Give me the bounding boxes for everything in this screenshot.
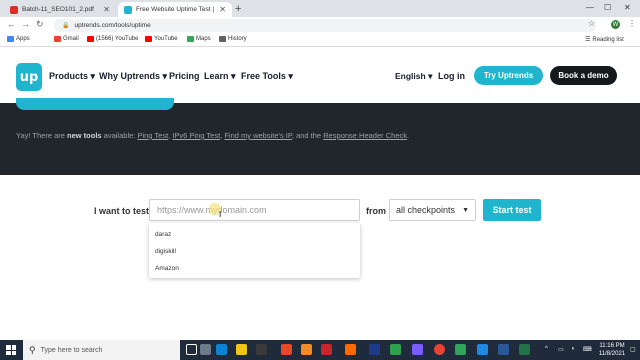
excel-icon[interactable] <box>519 344 530 355</box>
autocomplete-option[interactable]: Amazon <box>155 265 179 272</box>
text-cursor-icon: I <box>219 210 222 219</box>
url-text: uptrends.com/tools/uptime <box>74 22 151 29</box>
ipv6-ping-test-link[interactable]: IPv6 Ping Test <box>172 131 220 140</box>
chevron-down-icon: ▾ <box>288 71 293 81</box>
chevron-down-icon: ▾ <box>90 71 96 81</box>
bookmark-apps[interactable]: Apps <box>7 36 30 42</box>
url-input[interactable] <box>149 199 360 221</box>
uptrends-favicon-icon <box>124 5 132 14</box>
nav-learn[interactable]: Learn ▾ <box>204 71 236 82</box>
search-icon: ⚲ <box>29 344 36 355</box>
apps-grid-icon <box>7 36 14 42</box>
maximize-icon[interactable]: ☐ <box>604 3 611 12</box>
keyboard-icon[interactable]: ⌨ <box>583 346 592 353</box>
illustrator-icon[interactable] <box>345 344 356 355</box>
chrome-icon[interactable] <box>434 344 445 355</box>
app-icon[interactable] <box>477 344 488 355</box>
app-icon[interactable] <box>321 344 332 355</box>
gmail-icon <box>54 36 61 42</box>
store-icon[interactable] <box>256 344 267 355</box>
response-header-check-link[interactable]: Response Header Check <box>323 131 407 140</box>
close-tab-icon[interactable]: ✕ <box>103 5 110 14</box>
close-tab-icon[interactable]: ✕ <box>219 5 226 14</box>
chevron-down-icon: ▾ <box>428 71 433 81</box>
new-tab-icon[interactable]: + <box>235 3 241 15</box>
start-test-button[interactable]: Start test <box>483 199 541 221</box>
profile-avatar[interactable]: W <box>611 20 620 29</box>
autocomplete-option[interactable]: digiskill <box>155 248 176 255</box>
url-bar[interactable]: 🔒 uptrends.com/tools/uptime <box>54 19 596 32</box>
bookmark-youtube[interactable]: YouTube <box>145 36 178 42</box>
try-uptrends-button[interactable]: Try Uptrends <box>474 66 543 85</box>
pdf-favicon-icon <box>10 5 18 14</box>
browser-tab-uptrends[interactable]: Free Website Uptime Test | Uptr ✕ <box>118 2 232 17</box>
back-icon[interactable]: ← <box>7 19 16 29</box>
autocomplete-dropdown <box>149 223 360 278</box>
uptrends-logo[interactable]: up <box>16 63 42 91</box>
close-window-icon[interactable]: ✕ <box>624 3 631 12</box>
app-icon[interactable] <box>412 344 423 355</box>
app-icon[interactable] <box>390 344 401 355</box>
taskbar-clock[interactable]: 11:16 PM 11/8/2021 <box>596 342 628 358</box>
nav-pricing[interactable]: Pricing <box>169 71 200 81</box>
bookmark-maps[interactable]: Maps <box>187 36 211 42</box>
nav-why-uptrends[interactable]: Why Uptrends ▾ <box>99 71 167 82</box>
app-icon[interactable] <box>455 344 466 355</box>
ping-test-link[interactable]: Ping Test <box>137 131 168 140</box>
notifications-icon[interactable]: ▢ <box>630 346 636 353</box>
photoshop-icon[interactable] <box>369 344 380 355</box>
from-label: from <box>366 206 386 216</box>
reading-list[interactable]: ☰ Reading list <box>585 36 624 44</box>
book-demo-button[interactable]: Book a demo <box>550 66 617 85</box>
network-icon[interactable]: ▭ <box>558 346 564 353</box>
task-view-icon[interactable] <box>200 344 211 355</box>
forward-icon[interactable]: → <box>21 19 30 29</box>
tab-title: Batch-11_SEO101_2.pdf <box>22 6 94 13</box>
lock-icon: 🔒 <box>62 23 70 29</box>
tray-up-icon[interactable]: ^ <box>545 346 548 352</box>
bookmark-history[interactable]: History <box>219 36 247 42</box>
test-label: I want to test <box>94 206 150 216</box>
bookmark-gmail[interactable]: Gmail <box>54 36 79 42</box>
nav-free-tools[interactable]: Free Tools ▾ <box>241 71 293 82</box>
site-header <box>0 48 640 103</box>
find-website-ip-link[interactable]: Find my website's IP <box>224 131 292 140</box>
chevron-down-icon: ▼ <box>462 206 469 214</box>
maps-icon <box>187 36 194 42</box>
chevron-down-icon: ▾ <box>231 71 236 81</box>
autocomplete-option[interactable]: daraz <box>155 231 171 238</box>
bookmark-youtube-1566[interactable]: (1566) YouTube <box>87 36 138 42</box>
promo-text: Yay! There are new tools available: Ping… <box>16 131 410 140</box>
chevron-down-icon: ▾ <box>162 71 168 81</box>
volume-icon[interactable]: ◖ <box>571 346 575 352</box>
youtube-icon <box>87 36 94 42</box>
history-icon <box>219 36 226 42</box>
app-icon[interactable] <box>281 344 292 355</box>
reading-list-icon: ☰ <box>585 37 591 43</box>
teal-button-edge[interactable] <box>16 98 174 110</box>
tab-title: Free Website Uptime Test | Uptr <box>136 6 215 13</box>
taskbar-search[interactable]: ⚲ Type here to search <box>23 340 180 360</box>
edge-icon[interactable] <box>216 344 227 355</box>
nav-products[interactable]: Products ▾ <box>49 71 95 82</box>
minimize-icon[interactable]: — <box>586 3 594 12</box>
windows-start-icon[interactable] <box>6 345 16 355</box>
checkpoint-select[interactable]: all checkpoints ▼ <box>389 199 476 221</box>
login-link[interactable]: Log in <box>438 71 465 81</box>
youtube-icon <box>145 36 152 42</box>
word-icon[interactable] <box>498 344 509 355</box>
reload-icon[interactable]: ↻ <box>36 19 44 30</box>
cortana-icon[interactable] <box>186 344 197 355</box>
browser-tab-pdf[interactable]: Batch-11_SEO101_2.pdf ✕ <box>4 2 116 17</box>
bookmark-star-icon[interactable]: ☆ <box>588 19 595 28</box>
language-selector[interactable]: English ▾ <box>395 71 432 82</box>
browser-menu-icon[interactable]: ⋮ <box>628 19 636 28</box>
file-explorer-icon[interactable] <box>236 344 247 355</box>
app-icon[interactable] <box>301 344 312 355</box>
